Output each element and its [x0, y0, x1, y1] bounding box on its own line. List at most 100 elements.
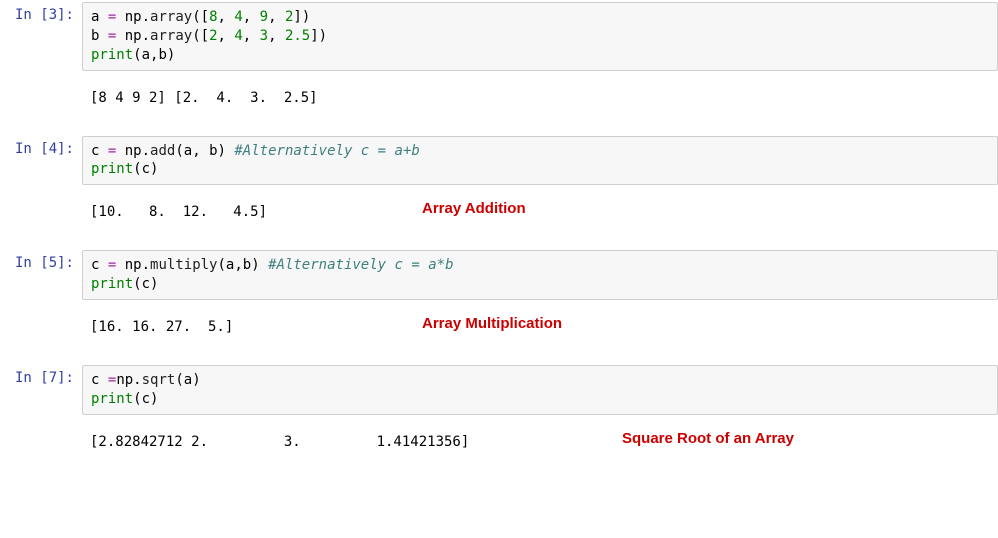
- code-token: print: [91, 391, 133, 407]
- code-token: =: [108, 257, 116, 273]
- code-token: c: [142, 391, 150, 407]
- code-token: .: [142, 143, 150, 159]
- code-token: (: [175, 143, 183, 159]
- code-token: ,: [218, 28, 235, 44]
- output-prompt: .: [0, 83, 82, 108]
- input-prompt: In [5]:: [0, 248, 82, 273]
- code-token: print: [91, 276, 133, 292]
- code-token: ([: [192, 28, 209, 44]
- output-text: [2.82842712 2. 3. 1.41421356]: [90, 434, 469, 450]
- code-comment: #Alternatively c = a+b: [234, 143, 419, 159]
- code-input[interactable]: c =np.sqrt(a) print(c): [82, 365, 998, 415]
- code-token: (: [217, 257, 225, 273]
- code-cell: In [5]: c = np.multiply(a,b) #Alternativ…: [0, 248, 998, 302]
- code-token: (: [133, 276, 141, 292]
- output-cell: . [8 4 9 2] [2. 4. 3. 2.5]: [0, 83, 998, 112]
- code-cell: In [3]: a = np.array([8, 4, 9, 2]) b = n…: [0, 0, 998, 73]
- code-token: (: [133, 391, 141, 407]
- code-token: np: [125, 9, 142, 25]
- code-token: sqrt: [142, 372, 176, 388]
- annotation-label: Square Root of an Array: [622, 429, 794, 449]
- code-token: ,: [218, 9, 235, 25]
- code-token: ): [150, 391, 158, 407]
- code-token: c: [142, 161, 150, 177]
- code-token: a,b: [226, 257, 251, 273]
- output-cell: . [10. 8. 12. 4.5] Array Addition: [0, 197, 998, 226]
- code-token: ,: [268, 9, 285, 25]
- code-token: b: [91, 28, 99, 44]
- code-token: print: [91, 161, 133, 177]
- code-token: ): [150, 161, 158, 177]
- output-cell: . [16. 16. 27. 5.] Array Multiplication: [0, 312, 998, 341]
- code-token: [99, 372, 107, 388]
- output-text: [10. 8. 12. 4.5]: [90, 204, 267, 220]
- code-token: c: [91, 143, 99, 159]
- code-token: ([: [192, 9, 209, 25]
- code-token: 2: [209, 28, 217, 44]
- code-token: .: [142, 28, 150, 44]
- code-token: np: [125, 28, 142, 44]
- code-token: array: [150, 9, 192, 25]
- code-token: (: [133, 161, 141, 177]
- output-text: [16. 16. 27. 5.]: [90, 319, 233, 335]
- code-token: 4: [234, 28, 242, 44]
- code-token: .: [133, 372, 141, 388]
- code-token: ,: [243, 28, 260, 44]
- code-cell: In [4]: c = np.add(a, b) #Alternatively …: [0, 134, 998, 188]
- code-token: .: [142, 9, 150, 25]
- code-input[interactable]: a = np.array([8, 4, 9, 2]) b = np.array(…: [82, 2, 998, 71]
- code-token: ]): [293, 9, 310, 25]
- input-prompt: In [7]:: [0, 363, 82, 388]
- annotation-label: Array Multiplication: [422, 314, 562, 334]
- input-prompt: In [4]:: [0, 134, 82, 159]
- stdout-output: [2.82842712 2. 3. 1.41421356] Square Root…: [82, 427, 998, 456]
- code-token: 9: [260, 9, 268, 25]
- code-token: =: [108, 9, 116, 25]
- code-token: ): [218, 143, 226, 159]
- code-input[interactable]: c = np.multiply(a,b) #Alternatively c = …: [82, 250, 998, 300]
- code-token: 8: [209, 9, 217, 25]
- code-token: =: [108, 28, 116, 44]
- code-token: multiply: [150, 257, 217, 273]
- code-token: ,: [268, 28, 285, 44]
- code-token: ]): [310, 28, 327, 44]
- code-token: ): [167, 47, 175, 63]
- output-text: [8 4 9 2] [2. 4. 3. 2.5]: [90, 90, 318, 106]
- code-token: a,b: [142, 47, 167, 63]
- code-cell: In [7]: c =np.sqrt(a) print(c): [0, 363, 998, 417]
- code-token: c: [91, 257, 99, 273]
- input-prompt: In [3]:: [0, 0, 82, 25]
- code-token: np: [116, 372, 133, 388]
- code-token: (: [133, 47, 141, 63]
- output-prompt: .: [0, 312, 82, 337]
- code-token: np: [125, 257, 142, 273]
- code-token: 2.5: [285, 28, 310, 44]
- code-token: [260, 257, 268, 273]
- code-token: .: [142, 257, 150, 273]
- code-token: ): [251, 257, 259, 273]
- code-input[interactable]: c = np.add(a, b) #Alternatively c = a+b …: [82, 136, 998, 186]
- code-token: ): [192, 372, 200, 388]
- code-token: c: [142, 276, 150, 292]
- code-token: array: [150, 28, 192, 44]
- code-token: a: [91, 9, 99, 25]
- code-token: a, b: [184, 143, 218, 159]
- code-token: =: [108, 143, 116, 159]
- code-token: ): [150, 276, 158, 292]
- code-token: np: [125, 143, 142, 159]
- code-token: print: [91, 47, 133, 63]
- code-token: 3: [260, 28, 268, 44]
- stdout-output: [8 4 9 2] [2. 4. 3. 2.5]: [82, 83, 998, 112]
- code-token: (: [175, 372, 183, 388]
- code-token: ,: [243, 9, 260, 25]
- code-token: a: [184, 372, 192, 388]
- output-prompt: .: [0, 197, 82, 222]
- annotation-label: Array Addition: [422, 199, 526, 219]
- code-token: 4: [234, 9, 242, 25]
- output-cell: . [2.82842712 2. 3. 1.41421356] Square Ro…: [0, 427, 998, 456]
- stdout-output: [10. 8. 12. 4.5] Array Addition: [82, 197, 998, 226]
- stdout-output: [16. 16. 27. 5.] Array Multiplication: [82, 312, 998, 341]
- code-token: add: [150, 143, 175, 159]
- code-comment: #Alternatively c = a*b: [268, 257, 453, 273]
- output-prompt: .: [0, 427, 82, 452]
